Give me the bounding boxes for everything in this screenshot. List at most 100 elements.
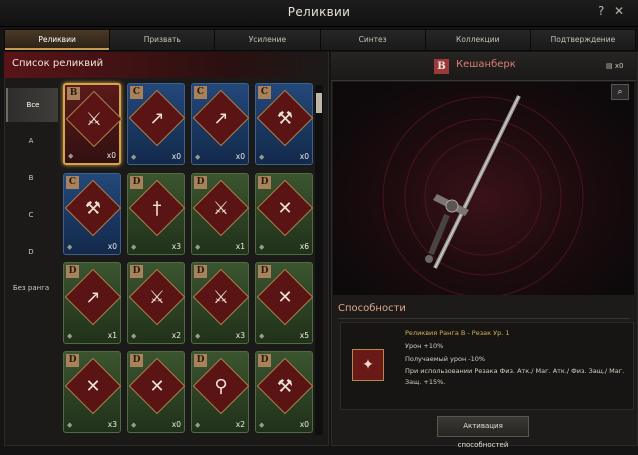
lock-icon: ◆ [67, 421, 73, 429]
spear-icon: ↗ [85, 286, 101, 308]
zoom-icon[interactable]: ⌕ [611, 84, 629, 100]
help-icon[interactable]: ? [598, 4, 604, 18]
relic-count: x0 [235, 152, 245, 161]
relic-card[interactable]: C ⚒ ◆ x0 [255, 83, 314, 165]
lock-icon: ◆ [195, 153, 201, 161]
rank-filter-unranked[interactable]: Без ранга [6, 271, 56, 305]
axe-icon: ⚒ [276, 375, 294, 397]
lock-icon: ◆ [259, 332, 265, 340]
relic-card[interactable]: D ⚲ ◆ x2 [191, 351, 250, 433]
lock-icon: ◆ [195, 243, 201, 251]
relic-count: x3 [107, 420, 117, 429]
relic-card[interactable]: D ✕ ◆ x3 [63, 351, 122, 433]
relic-list-title: Список реликвий [12, 58, 104, 69]
lock-icon: ◆ [131, 153, 137, 161]
axe-icon: ⚒ [276, 107, 294, 129]
crossed-blades-icon: ✕ [277, 197, 293, 219]
relic-count: x0 [106, 151, 116, 160]
relic-count: x6 [299, 242, 309, 251]
relic-count: x3 [235, 331, 245, 340]
axe-icon: ⚒ [84, 197, 102, 219]
relic-list-header: Список реликвий [4, 52, 327, 78]
scroll-thumb[interactable] [316, 93, 322, 113]
relic-card[interactable]: D ✕ ◆ x0 [127, 351, 186, 433]
relic-card[interactable]: D † ◆ x3 [127, 173, 186, 255]
sword-icon: ⚔ [148, 286, 166, 308]
relic-count: x1 [107, 331, 117, 340]
rank-filter-a[interactable]: A [6, 124, 56, 158]
rank-filter-all[interactable]: Все [6, 88, 58, 122]
tab-bar: Реликвии Призвать Усиление Синтез Коллек… [4, 29, 637, 51]
rank-filter-b[interactable]: B [6, 161, 56, 195]
lock-icon: ◆ [67, 243, 73, 251]
lock-icon: ◆ [131, 421, 137, 429]
relic-card[interactable]: C ↗ ◆ x0 [191, 83, 250, 165]
lock-icon: ◆ [67, 332, 73, 340]
relic-card[interactable]: D ⚔ ◆ x3 [191, 262, 250, 344]
lock-icon: ◆ [259, 421, 265, 429]
sword-icon: ⚔ [212, 197, 230, 219]
lock-icon: ◆ [259, 153, 265, 161]
activate-abilities-button[interactable]: Активация способностей [437, 416, 529, 449]
relic-count: x3 [171, 242, 181, 251]
sword-icon: ⚔ [212, 286, 230, 308]
relic-count: x0 [171, 420, 181, 429]
ability-line-1: Урон +10% [405, 342, 444, 350]
window-title: Реликвии [287, 5, 351, 19]
tab-synthesis[interactable]: Синтез [319, 29, 425, 51]
relic-count: x1 [235, 242, 245, 251]
spear-icon: ↗ [213, 107, 229, 129]
inventory-icon: ▤ [606, 62, 615, 70]
relic-count: x0 [171, 152, 181, 161]
ability-icon: ✦ [352, 349, 384, 381]
relic-card[interactable]: D ✕ ◆ x5 [255, 262, 314, 344]
crossed-blades-icon: ✕ [85, 375, 101, 397]
ability-line-3: При использовании Резака Физ. Атк./ Маг.… [405, 367, 625, 375]
title-bar: Реликвии ? ✕ [0, 0, 638, 27]
relic-count: x2 [235, 420, 245, 429]
owned-count-value: x0 [614, 62, 624, 70]
relic-card[interactable]: D ✕ ◆ x6 [255, 173, 314, 255]
sword-icon [425, 95, 521, 269]
relic-card[interactable]: D ⚔ ◆ x1 [191, 173, 250, 255]
abilities-title: Способности [338, 303, 406, 314]
relic-name: Кешанберк [456, 59, 516, 70]
relic-count: x5 [299, 331, 309, 340]
relic-owned-count: ▤ x0 [606, 62, 623, 70]
spear-icon: ↗ [149, 107, 165, 129]
relic-card[interactable]: D ↗ ◆ x1 [63, 262, 122, 344]
relic-card[interactable]: C ↗ ◆ x0 [127, 83, 186, 165]
rank-filter-d[interactable]: D [6, 235, 56, 269]
ability-name: Реликвия Ранга B - Резак Ур. 1 [405, 329, 510, 337]
lock-icon: ◆ [131, 243, 137, 251]
tab-confirmation[interactable]: Подтверждение [529, 29, 637, 51]
close-icon[interactable]: ✕ [614, 4, 624, 18]
abilities-divider [338, 318, 630, 319]
relic-preview [333, 82, 634, 295]
tab-relics[interactable]: Реликвии [4, 29, 110, 51]
ability-line-2: Получаемый урон -10% [405, 355, 486, 363]
tab-enhance[interactable]: Усиление [214, 29, 320, 51]
crossed-blades-icon: ✕ [277, 286, 293, 308]
crossed-blades-icon: ✕ [149, 375, 165, 397]
rank-filter-c[interactable]: C [6, 198, 56, 232]
relic-card[interactable]: C ⚒ ◆ x0 [63, 173, 122, 255]
relic-list-scrollbar[interactable] [315, 85, 323, 435]
dagger-icon: † [152, 197, 162, 219]
mace-icon: ⚲ [214, 375, 228, 397]
tab-summon[interactable]: Призвать [109, 29, 215, 51]
detail-grade-badge: B [434, 59, 449, 74]
relic-preview-art [382, 95, 584, 295]
halberd-icon: ⚔ [85, 108, 103, 130]
relic-card[interactable]: D ⚔ ◆ x2 [127, 262, 186, 344]
relic-card[interactable]: B ⚔ ◆ x0 [63, 83, 123, 165]
relic-count: x0 [107, 242, 117, 251]
lock-icon: ◆ [195, 421, 201, 429]
relic-count: x2 [171, 331, 181, 340]
tab-collections[interactable]: Коллекции [424, 29, 530, 51]
lock-icon: ◆ [195, 332, 201, 340]
lock-icon: ◆ [68, 152, 74, 160]
relic-card[interactable]: D ⚒ ◆ x0 [255, 351, 314, 433]
lock-icon: ◆ [131, 332, 137, 340]
relic-count: x0 [299, 420, 309, 429]
